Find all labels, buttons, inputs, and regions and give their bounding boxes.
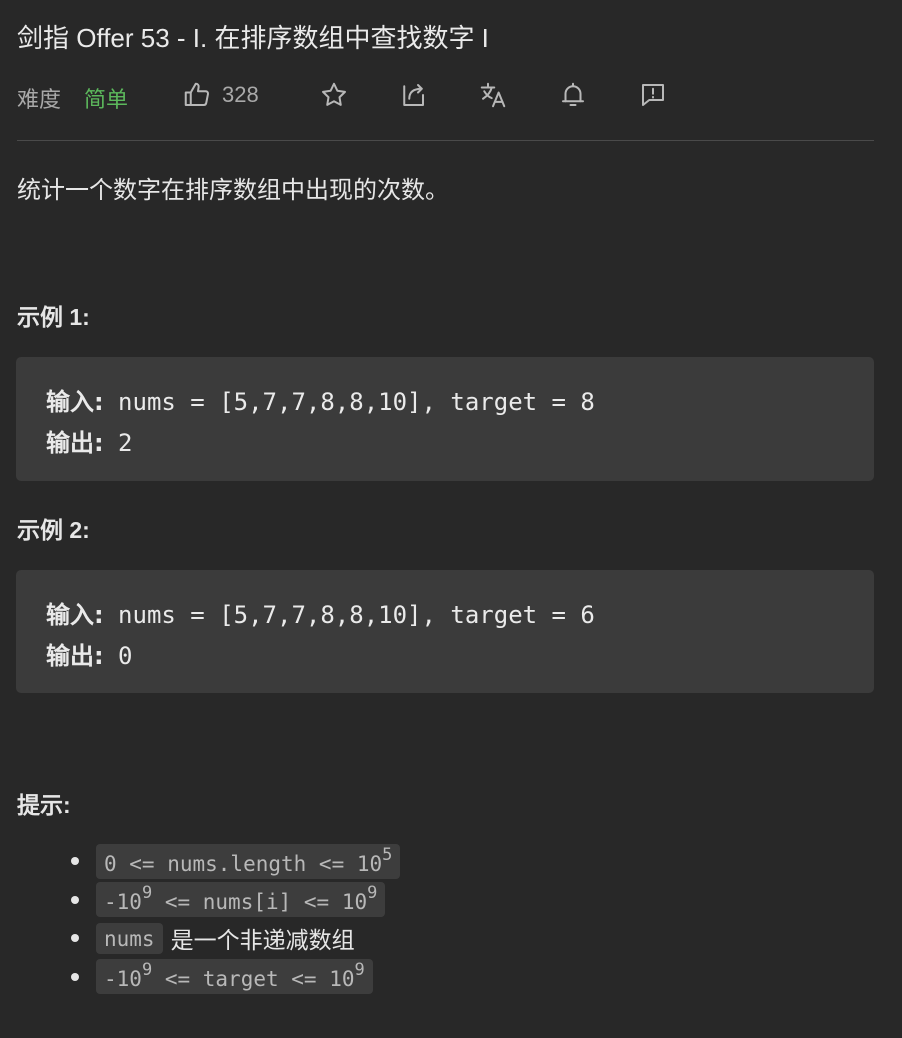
input-value: nums = [5,7,7,8,8,10], target = 8 bbox=[103, 388, 595, 416]
star-icon[interactable] bbox=[319, 80, 349, 110]
problem-description: 统计一个数字在排序数组中出现的次数。 bbox=[17, 177, 449, 204]
hint-exponent: 5 bbox=[382, 844, 393, 865]
example-1-heading: 示例 1: bbox=[17, 304, 90, 330]
hint-code-text: <= target <= 10 bbox=[152, 967, 355, 992]
hint-code: -109 <= target <= 109 bbox=[96, 959, 373, 995]
difficulty-badge: 简单 bbox=[84, 87, 129, 112]
bullet-icon bbox=[71, 857, 79, 866]
hint-exponent: 9 bbox=[354, 960, 365, 981]
hint-code-text: -10 bbox=[104, 967, 142, 992]
hint-exponent: 9 bbox=[141, 960, 153, 981]
hint-text: 是一个非递减数组 bbox=[170, 927, 355, 954]
bell-icon[interactable] bbox=[558, 80, 588, 110]
hint-item: -109 <= nums[i] <= 109 bbox=[60, 881, 400, 920]
thumbs-up-icon[interactable] bbox=[182, 80, 212, 110]
hint-exponent: 9 bbox=[367, 883, 378, 904]
like-count: 328 bbox=[222, 82, 259, 107]
bullet-icon bbox=[71, 934, 79, 943]
hint-item: nums 是一个非递减数组 bbox=[60, 919, 400, 958]
example-2-codebox: 输入: nums = [5,7,7,8,8,10], target = 6 输出… bbox=[16, 570, 874, 693]
example-2-output-line: 输出: 0 bbox=[46, 636, 133, 671]
header-divider bbox=[17, 140, 874, 141]
example-2-heading: 示例 2: bbox=[17, 517, 90, 543]
hint-code: -109 <= nums[i] <= 109 bbox=[96, 882, 386, 918]
translate-icon[interactable] bbox=[478, 80, 508, 110]
input-value: nums = [5,7,7,8,8,10], target = 6 bbox=[103, 601, 595, 629]
feedback-icon[interactable] bbox=[638, 80, 668, 110]
hint-item: -109 <= target <= 109 bbox=[60, 958, 400, 997]
bullet-icon bbox=[71, 895, 79, 904]
input-label: 输入: bbox=[46, 601, 104, 629]
hint-code: 0 <= nums.length <= 105 bbox=[96, 843, 401, 879]
hint-code-text: <= nums[i] <= 10 bbox=[152, 890, 368, 915]
example-1-output-line: 输出: 2 bbox=[46, 423, 133, 458]
hint-code: nums bbox=[96, 922, 163, 954]
example-1-codebox: 输入: nums = [5,7,7,8,8,10], target = 8 输出… bbox=[16, 357, 874, 481]
output-value: 0 bbox=[103, 642, 133, 670]
bullet-icon bbox=[71, 972, 79, 981]
problem-meta-bar: 难度 简单 328 bbox=[17, 78, 877, 114]
output-label: 输出: bbox=[46, 642, 104, 670]
input-label: 输入: bbox=[46, 388, 104, 416]
hint-exponent: 9 bbox=[141, 883, 153, 904]
share-icon[interactable] bbox=[398, 80, 428, 110]
output-label: 输出: bbox=[46, 429, 104, 457]
difficulty-label: 难度 bbox=[17, 87, 62, 112]
example-2-input-line: 输入: nums = [5,7,7,8,8,10], target = 6 bbox=[46, 595, 595, 630]
hint-item: 0 <= nums.length <= 105 bbox=[60, 842, 401, 881]
problem-title: 剑指 Offer 53 - I. 在排序数组中查找数字 I bbox=[17, 23, 489, 53]
hints-heading: 提示: bbox=[17, 792, 71, 818]
output-value: 2 bbox=[103, 429, 133, 457]
hint-code-text: -10 bbox=[104, 890, 142, 915]
hint-code-text: 0 <= nums.length <= 10 bbox=[104, 851, 383, 876]
example-1-input-line: 输入: nums = [5,7,7,8,8,10], target = 8 bbox=[46, 382, 595, 417]
hints-list: 0 <= nums.length <= 105 -109 <= nums[i] … bbox=[60, 842, 401, 997]
